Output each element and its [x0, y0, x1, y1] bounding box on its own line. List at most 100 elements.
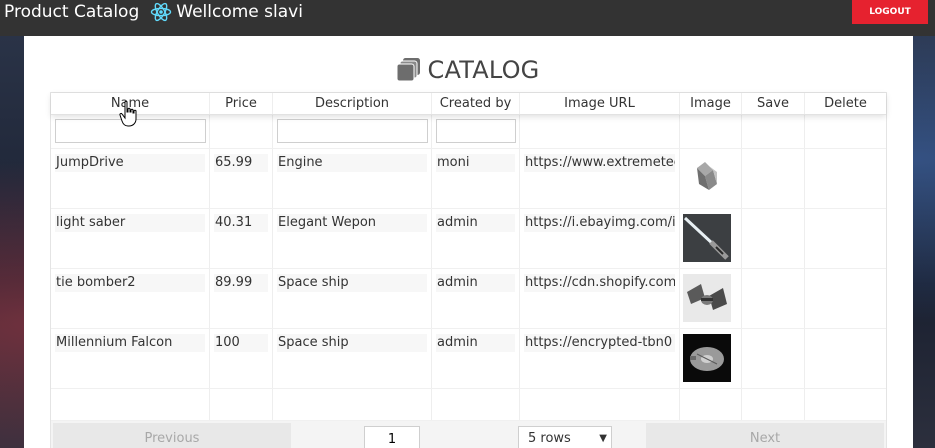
- page-number-input[interactable]: [364, 426, 420, 448]
- price-value[interactable]: 89.99: [214, 274, 268, 292]
- description-filter-input[interactable]: [277, 119, 428, 143]
- description-value[interactable]: Elegant Wepon: [277, 214, 427, 232]
- description-cell: Space ship: [273, 269, 432, 328]
- filter-cell-description: [273, 115, 432, 148]
- app-title: Product Catalog: [4, 2, 140, 22]
- empty-cell: [742, 389, 805, 420]
- description-value[interactable]: Space ship: [277, 274, 427, 292]
- image-url-value[interactable]: https://www.extremetech.com: [524, 154, 675, 172]
- delete-cell: [805, 149, 886, 208]
- price-cell: 40.31: [210, 209, 273, 268]
- description-cell: Elegant Wepon: [273, 209, 432, 268]
- price-value[interactable]: 40.31: [214, 214, 268, 232]
- header-image: Image: [680, 93, 742, 114]
- rows-per-page-value: 5 rows: [528, 431, 571, 446]
- image-url-cell: https://cdn.shopify.com: [520, 269, 680, 328]
- header-price[interactable]: Price: [210, 93, 273, 114]
- filter-cell-delete: [805, 115, 886, 148]
- image-url-cell: https://i.ebayimg.com/images: [520, 209, 680, 268]
- table-row: light saber 40.31 Elegant Wepon admin ht…: [51, 209, 886, 269]
- table-row: Millennium Falcon 100 Space ship admin h…: [51, 329, 886, 389]
- image-cell: [680, 209, 742, 268]
- rows-per-page-select[interactable]: 5 rows ▼: [518, 426, 612, 448]
- description-value[interactable]: Engine: [277, 154, 427, 172]
- created-by-value[interactable]: moni: [436, 154, 515, 172]
- empty-cell: [520, 389, 680, 420]
- catalog-title: CATALOG: [427, 56, 540, 84]
- catalog-heading: CATALOG: [0, 56, 935, 84]
- description-cell: Space ship: [273, 329, 432, 388]
- next-button[interactable]: Next: [646, 423, 884, 448]
- jumpdrive-image: [697, 162, 717, 190]
- name-value[interactable]: Millennium Falcon: [55, 334, 205, 352]
- filter-cell-created-by: [432, 115, 520, 148]
- header-delete: Delete: [824, 96, 867, 111]
- empty-cell: [51, 389, 210, 420]
- tie-bomber-image: [683, 274, 731, 322]
- delete-cell: [805, 209, 886, 268]
- filter-cell-save: [742, 115, 805, 148]
- created-by-cell: admin: [432, 209, 520, 268]
- name-cell: tie bomber2: [51, 269, 210, 328]
- catalog-table: Name Price Description Created by Image …: [50, 92, 887, 448]
- previous-button[interactable]: Previous: [53, 423, 291, 448]
- price-value[interactable]: 65.99: [214, 154, 268, 172]
- table-row: tie bomber2 89.99 Space ship admin https…: [51, 269, 886, 329]
- header-created-by[interactable]: Created by: [432, 93, 520, 114]
- navbar: Product Catalog Wellcome slavi LOGOUT: [0, 0, 935, 36]
- image-cell: [680, 149, 742, 208]
- name-value[interactable]: JumpDrive: [55, 154, 205, 172]
- image-cell: [680, 269, 742, 328]
- filter-cell-image: [680, 115, 742, 148]
- table-row-empty: [51, 389, 886, 421]
- header-save: Save: [742, 93, 805, 114]
- image-cell: [680, 329, 742, 388]
- empty-cell: [432, 389, 520, 420]
- name-cell: light saber: [51, 209, 210, 268]
- delete-cell: [805, 329, 886, 388]
- price-cell: 100: [210, 329, 273, 388]
- pagination-bar: Previous 5 rows ▼ Next: [51, 421, 886, 448]
- delete-cell: [805, 269, 886, 328]
- image-url-value[interactable]: https://encrypted-tbn0: [524, 334, 675, 352]
- created-by-value[interactable]: admin: [436, 214, 515, 232]
- welcome-text: Wellcome slavi: [176, 2, 303, 22]
- created-by-value[interactable]: admin: [436, 334, 515, 352]
- logout-button[interactable]: LOGOUT: [852, 0, 928, 24]
- name-value[interactable]: tie bomber2: [55, 274, 205, 292]
- empty-cell: [805, 389, 886, 420]
- name-cell: JumpDrive: [51, 149, 210, 208]
- table-header-row: Name Price Description Created by Image …: [51, 93, 886, 115]
- empty-cell: [273, 389, 432, 420]
- image-url-value[interactable]: https://cdn.shopify.com: [524, 274, 675, 292]
- hand-cursor-icon: [119, 100, 137, 127]
- created-by-filter-input[interactable]: [436, 119, 516, 143]
- header-image-url[interactable]: Image URL: [520, 93, 680, 114]
- table-row: JumpDrive 65.99 Engine moni https://www.…: [51, 149, 886, 209]
- created-by-cell: admin: [432, 329, 520, 388]
- save-cell: [742, 269, 805, 328]
- falcon-image: [683, 334, 731, 382]
- name-value[interactable]: light saber: [55, 214, 205, 232]
- save-cell: [742, 209, 805, 268]
- created-by-cell: admin: [432, 269, 520, 328]
- created-by-cell: moni: [432, 149, 520, 208]
- header-description[interactable]: Description: [273, 93, 432, 114]
- image-url-cell: https://www.extremetech.com: [520, 149, 680, 208]
- filter-cell-price: [210, 115, 273, 148]
- dropdown-arrow-icon: ▼: [599, 433, 607, 444]
- save-cell: [742, 329, 805, 388]
- catalog-icon: [396, 57, 422, 83]
- price-value[interactable]: 100: [214, 334, 268, 352]
- empty-cell: [680, 389, 742, 420]
- description-value[interactable]: Space ship: [277, 334, 427, 352]
- image-url-cell: https://encrypted-tbn0: [520, 329, 680, 388]
- price-cell: 89.99: [210, 269, 273, 328]
- filter-cell-image-url: [520, 115, 680, 148]
- image-url-value[interactable]: https://i.ebayimg.com/images: [524, 214, 675, 232]
- filter-row: [51, 115, 886, 149]
- react-atom-icon: [150, 1, 172, 23]
- name-cell: Millennium Falcon: [51, 329, 210, 388]
- price-cell: 65.99: [210, 149, 273, 208]
- created-by-value[interactable]: admin: [436, 274, 515, 292]
